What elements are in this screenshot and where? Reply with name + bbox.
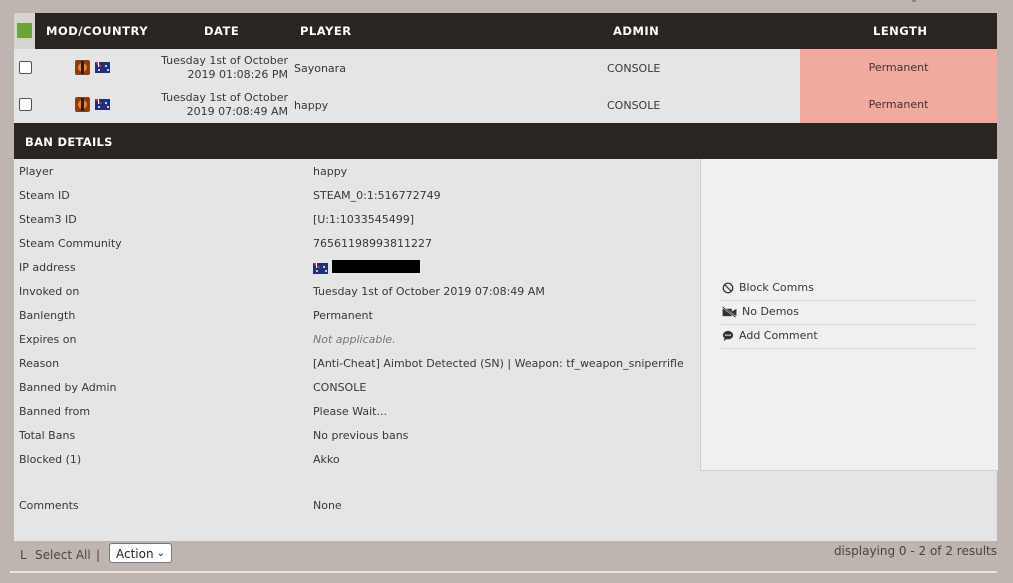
detail-label: Steam ID [19, 189, 70, 202]
row-checkbox[interactable] [19, 61, 32, 74]
detail-label: IP address [19, 261, 76, 274]
col-date: DATE [204, 24, 240, 38]
detail-value: Permanent [313, 309, 373, 322]
detail-label: Expires on [19, 333, 77, 346]
action-label: No Demos [742, 305, 799, 318]
tf2-mod-icon [75, 60, 90, 75]
col-player: PLAYER [300, 24, 352, 38]
detail-label: Banlength [19, 309, 76, 322]
no-demos-action[interactable]: No Demos [721, 300, 977, 325]
detail-value: Not applicable. [313, 333, 396, 346]
block-comms-action[interactable]: Block Comms [721, 276, 977, 301]
comment-icon [722, 330, 734, 342]
action-select[interactable]: Action ⌄ [109, 543, 172, 563]
select-all-prefix: L [20, 548, 27, 562]
row-length: Permanent [800, 49, 997, 86]
detail-value: CONSOLE [313, 381, 367, 394]
no-video-icon [722, 306, 737, 318]
action-label: Add Comment [739, 329, 818, 342]
detail-value: [Anti-Cheat] Aimbot Detected (SN) | Weap… [313, 357, 684, 370]
col-length: LENGTH [873, 24, 928, 38]
detail-value: Please Wait... [313, 405, 387, 418]
detail-label: Blocked (1) [19, 453, 82, 466]
detail-label: Player [19, 165, 54, 178]
table-header: MOD/COUNTRY DATE PLAYER ADMIN LENGTH [14, 13, 997, 49]
table-row[interactable]: Tuesday 1st of October 2019 01:08:26 PM S… [14, 49, 997, 86]
date-line: Tuesday 1st of October [161, 91, 288, 104]
table-row[interactable]: Tuesday 1st of October 2019 07:08:49 AM h… [14, 86, 997, 123]
row-player[interactable]: happy [294, 99, 328, 112]
row-date: Tuesday 1st of October 2019 07:08:49 AM [148, 91, 288, 119]
top-strip [0, 0, 1013, 13]
row-date: Tuesday 1st of October 2019 01:08:26 PM [148, 54, 288, 82]
action-label: Block Comms [739, 281, 814, 294]
australia-flag-icon [95, 99, 110, 110]
tf2-mod-icon [75, 97, 90, 112]
select-all-link[interactable]: Select All [35, 548, 91, 562]
row-checkbox[interactable] [19, 98, 32, 111]
detail-label: Invoked on [19, 285, 80, 298]
block-icon [722, 282, 734, 294]
corner-mark [912, 0, 916, 2]
row-admin: CONSOLE [607, 62, 661, 75]
select-all-toggle[interactable] [14, 13, 35, 49]
time-line: 2019 07:08:49 AM [186, 105, 288, 118]
detail-label: Total Bans [19, 429, 76, 442]
col-mod-country: MOD/COUNTRY [46, 24, 149, 38]
australia-flag-icon [313, 263, 328, 274]
detail-value: STEAM_0:1:516772749 [313, 189, 441, 202]
detail-value: [U:1:1033545499] [313, 213, 415, 226]
ban-details-header: BAN DETAILS [14, 123, 997, 159]
actions-panel: Block Comms No Demos Add Comment [700, 159, 998, 471]
australia-flag-icon [95, 62, 110, 73]
detail-label: Banned from [19, 405, 91, 418]
row-player[interactable]: Sayonara [294, 62, 346, 75]
results-count: displaying 0 - 2 of 2 results [833, 544, 997, 558]
action-select-value: Action [116, 547, 154, 561]
row-admin: CONSOLE [607, 99, 661, 112]
comments-value: None [313, 499, 342, 512]
detail-value: No previous bans [313, 429, 409, 442]
comments-label: Comments [19, 499, 79, 512]
detail-label: Steam3 ID [19, 213, 77, 226]
table-footer: L Select All | Action ⌄ displaying 0 - 2 … [0, 540, 1013, 570]
detail-label: Banned by Admin [19, 381, 117, 394]
chevron-down-icon: ⌄ [156, 548, 165, 559]
detail-label: Steam Community [19, 237, 122, 250]
col-admin: ADMIN [613, 24, 660, 38]
date-line: Tuesday 1st of October [161, 54, 288, 67]
green-square-icon [17, 23, 32, 38]
ban-details-panel: Player happy Steam ID STEAM_0:1:51677274… [14, 159, 998, 541]
row-length: Permanent [800, 86, 997, 123]
detail-value: Akko [313, 453, 340, 466]
bans-table: MOD/COUNTRY DATE PLAYER ADMIN LENGTH Tue… [14, 13, 998, 541]
redacted-ip [332, 260, 420, 273]
separator: | [96, 548, 101, 562]
detail-value[interactable]: 76561198993811227 [313, 237, 432, 250]
add-comment-action[interactable]: Add Comment [721, 324, 977, 349]
detail-value: Tuesday 1st of October 2019 07:08:49 AM [313, 285, 545, 298]
footer-divider [10, 571, 997, 573]
detail-label: Reason [19, 357, 60, 370]
time-line: 2019 01:08:26 PM [187, 68, 288, 81]
detail-value: happy [313, 165, 348, 178]
